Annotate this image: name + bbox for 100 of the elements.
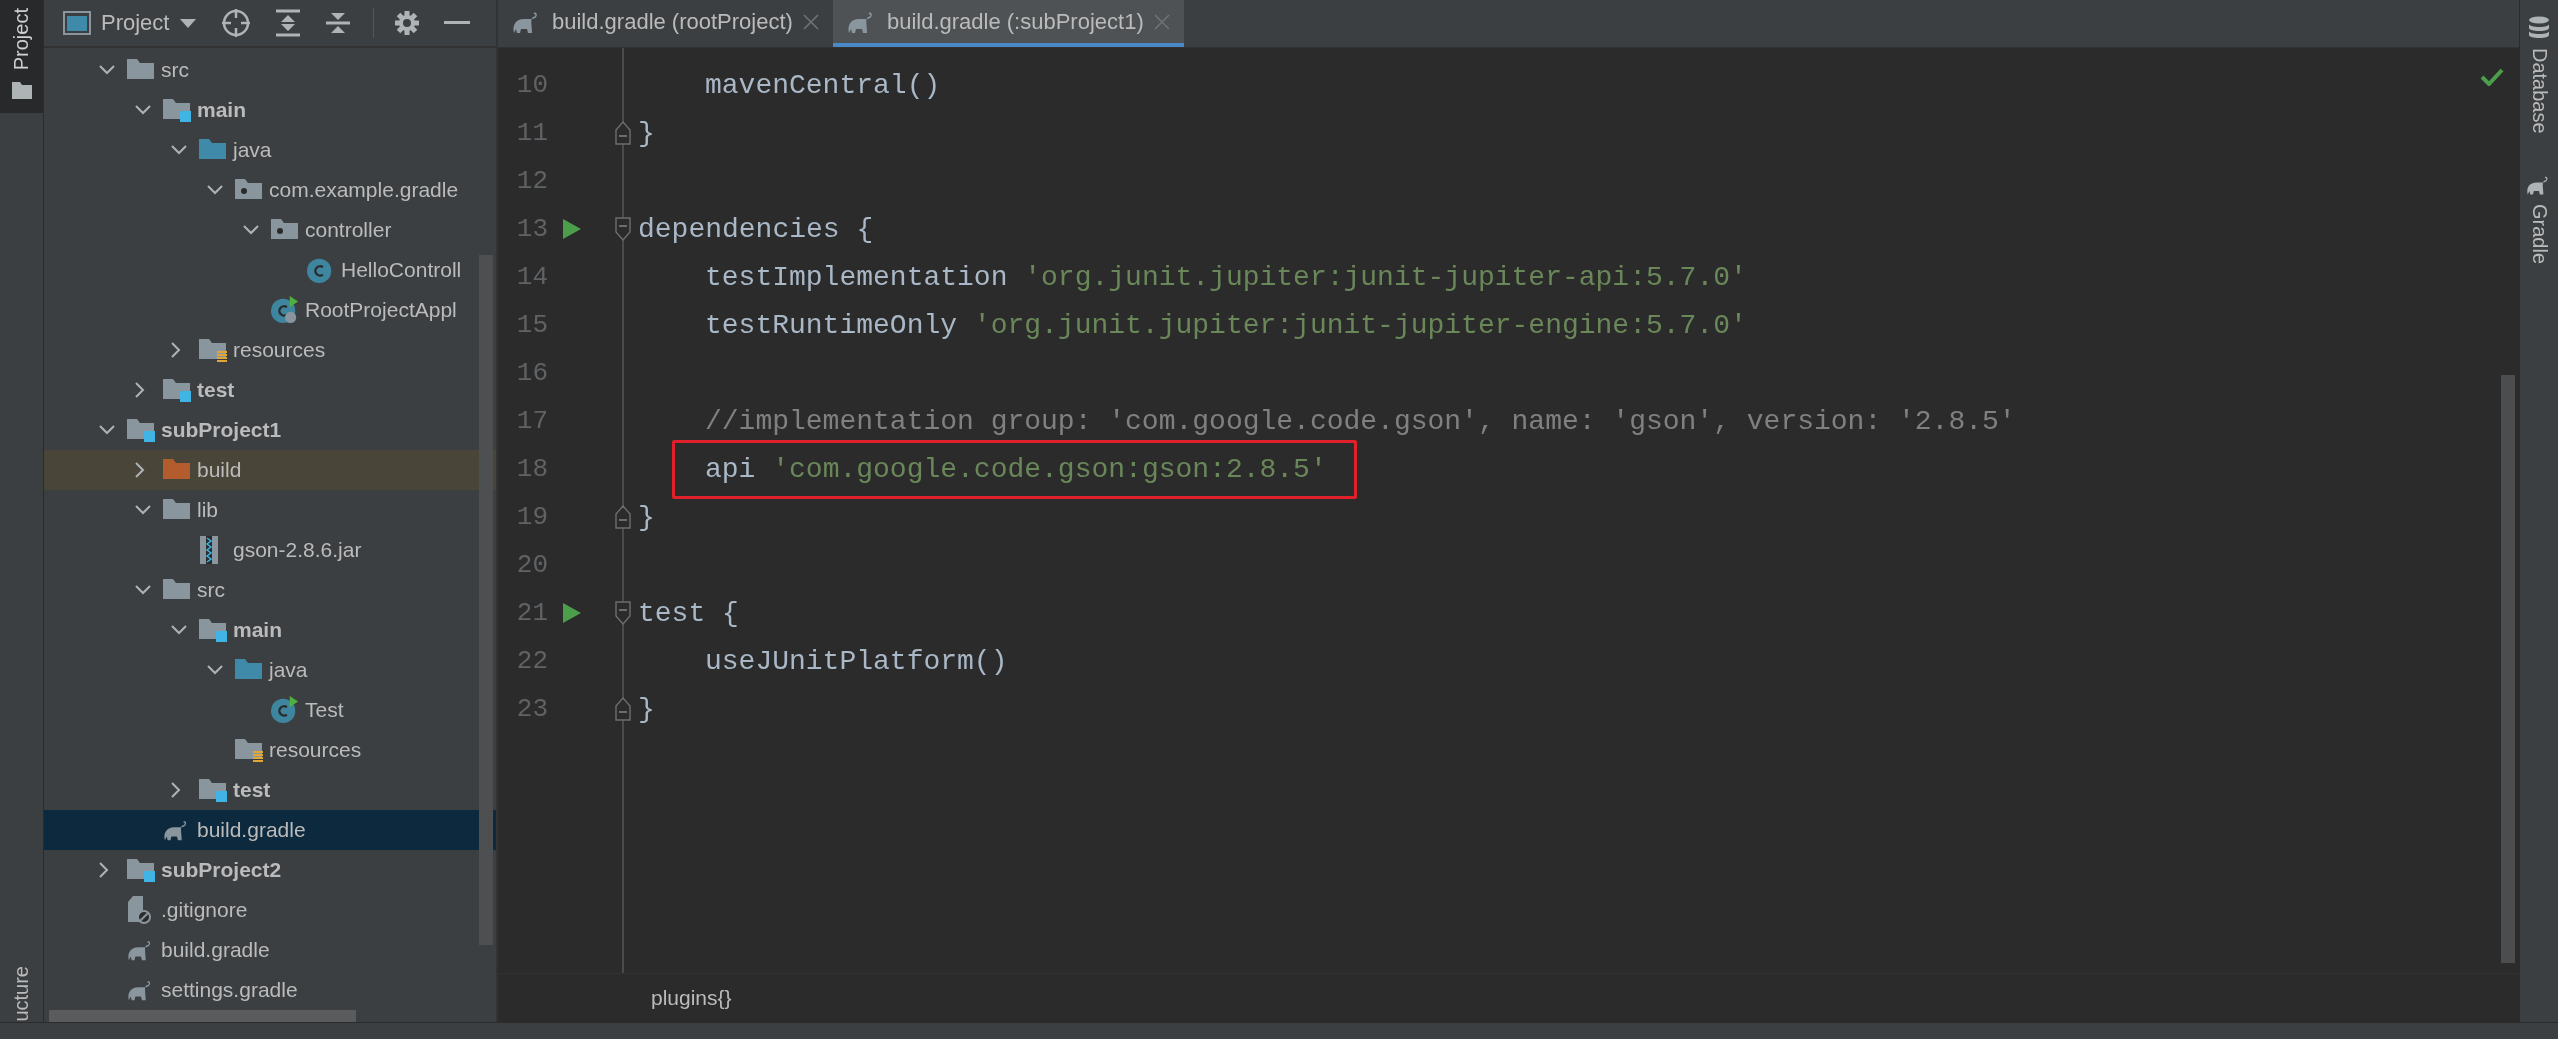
- package-folder-icon: [271, 218, 299, 242]
- chevron-down-icon[interactable]: [135, 105, 151, 115]
- panel-title[interactable]: Project: [101, 10, 170, 36]
- package-folder-icon: [235, 178, 263, 202]
- module-folder-icon: [199, 778, 227, 802]
- tree-row[interactable]: Test: [44, 690, 496, 730]
- tool-window-tab[interactable]: ucture: [0, 960, 43, 1022]
- tree-item-label: build: [197, 458, 242, 482]
- module-folder-icon: [127, 418, 155, 442]
- chevron-right-icon[interactable]: [135, 462, 145, 478]
- tool-window-tab[interactable]: Gradle: [2526, 173, 2552, 264]
- line-number: 21: [515, 598, 548, 628]
- tree-item-label: main: [197, 98, 246, 122]
- tree-item-label: build.gradle: [161, 938, 270, 962]
- line-number: 17: [515, 406, 548, 436]
- tool-window-tab[interactable]: Database: [2527, 16, 2551, 134]
- tree-row[interactable]: build.gradle: [44, 930, 496, 970]
- tree-row[interactable]: src: [44, 50, 496, 90]
- folder-icon: [163, 578, 191, 602]
- chevron-down-icon[interactable]: [171, 145, 187, 155]
- chevron-down-icon[interactable]: [171, 625, 187, 635]
- chevron-down-icon[interactable]: [135, 505, 151, 515]
- tree-row[interactable]: java: [44, 130, 496, 170]
- archive-icon: [199, 536, 219, 564]
- tree-item-label: subProject1: [161, 418, 282, 442]
- chevron-right-icon[interactable]: [171, 342, 181, 358]
- module-folder-icon: [163, 98, 191, 122]
- editor-tab[interactable]: build.gradle (:subProject1): [832, 0, 1184, 47]
- line-number: 14: [515, 262, 548, 292]
- chevron-down-icon[interactable]: [243, 225, 259, 235]
- tree-item-label: test: [197, 378, 235, 402]
- resources-folder-icon: [199, 338, 227, 362]
- tree-row[interactable]: java: [44, 650, 496, 690]
- breadcrumb[interactable]: plugins{}: [651, 986, 732, 1010]
- fold-icon[interactable]: [615, 217, 631, 241]
- tree-item-label: src: [197, 578, 225, 602]
- tree-row[interactable]: gson-2.8.6.jar: [44, 530, 496, 570]
- line-number: 16: [515, 358, 548, 388]
- fold-icon[interactable]: [615, 121, 631, 145]
- scrollbar-thumb[interactable]: [2501, 375, 2515, 963]
- line-number: 12: [515, 166, 548, 196]
- line-number: 23: [515, 694, 548, 724]
- run-icon[interactable]: [563, 603, 581, 623]
- chevron-down-icon[interactable]: [207, 185, 223, 195]
- chevron-right-icon[interactable]: [171, 782, 181, 798]
- tree-row[interactable]: lib: [44, 490, 496, 530]
- line-number: 11: [515, 118, 548, 148]
- folder-icon: [199, 138, 227, 162]
- tree-row[interactable]: main: [44, 90, 496, 130]
- scrollbar-thumb[interactable]: [49, 1010, 356, 1022]
- code-line: }: [638, 501, 655, 533]
- run-icon[interactable]: [563, 219, 581, 239]
- fold-icon[interactable]: [615, 601, 631, 625]
- tree-row[interactable]: RootProjectAppl: [44, 290, 496, 330]
- tree-row[interactable]: main: [44, 610, 496, 650]
- fold-icon[interactable]: [615, 505, 631, 529]
- tree-row[interactable]: HelloControll: [44, 250, 496, 290]
- line-number: 18: [515, 454, 548, 484]
- crosshair-icon[interactable]: [221, 8, 252, 38]
- folder-icon: [163, 458, 191, 482]
- chevron-right-icon[interactable]: [135, 382, 145, 398]
- line-number: 10: [515, 70, 548, 100]
- runnable-class-icon: [271, 295, 299, 325]
- tree-item-label: com.example.gradle: [269, 178, 459, 202]
- tree-item-label: resources: [233, 338, 326, 362]
- chevron-right-icon[interactable]: [99, 862, 109, 878]
- scrollbar-thumb[interactable]: [479, 255, 493, 945]
- runnable-class-icon: [271, 695, 299, 725]
- tree-row[interactable]: .gitignore: [44, 890, 496, 930]
- tree-row[interactable]: test: [44, 770, 496, 810]
- ignored-file-icon: [127, 896, 151, 924]
- expand-all-icon[interactable]: [275, 9, 302, 37]
- tree-row[interactable]: test: [44, 370, 496, 410]
- chevron-down-icon[interactable]: [207, 665, 223, 675]
- tree-row[interactable]: build: [44, 450, 496, 490]
- tree-item-label: settings.gradle: [161, 978, 298, 1002]
- caret-icon[interactable]: [179, 17, 198, 29]
- chevron-down-icon[interactable]: [99, 65, 115, 75]
- line-number: 15: [515, 310, 548, 340]
- folder-icon: [235, 658, 263, 682]
- chevron-down-icon[interactable]: [135, 585, 151, 595]
- tree-row[interactable]: com.example.gradle: [44, 170, 496, 210]
- editor-tab[interactable]: build.gradle (rootProject): [498, 0, 833, 47]
- tool-window-tab[interactable]: Project: [0, 0, 43, 114]
- module-folder-icon: [127, 858, 155, 882]
- tree-row[interactable]: resources: [44, 730, 496, 770]
- tree-row[interactable]: build.gradle: [44, 810, 496, 850]
- tree-item-label: subProject2: [161, 858, 282, 882]
- minimize-icon[interactable]: [444, 21, 471, 25]
- tree-row[interactable]: subProject2: [44, 850, 496, 890]
- tree-row[interactable]: resources: [44, 330, 496, 370]
- tree-item-label: java: [269, 658, 308, 682]
- tree-item-label: HelloControll: [341, 258, 462, 282]
- settings-icon[interactable]: [394, 10, 421, 36]
- tree-row[interactable]: settings.gradle: [44, 970, 496, 1010]
- tree-row[interactable]: src: [44, 570, 496, 610]
- fold-icon[interactable]: [615, 697, 631, 721]
- tree-row[interactable]: controller: [44, 210, 496, 250]
- tree-row[interactable]: subProject1: [44, 410, 496, 450]
- chevron-down-icon[interactable]: [99, 425, 115, 435]
